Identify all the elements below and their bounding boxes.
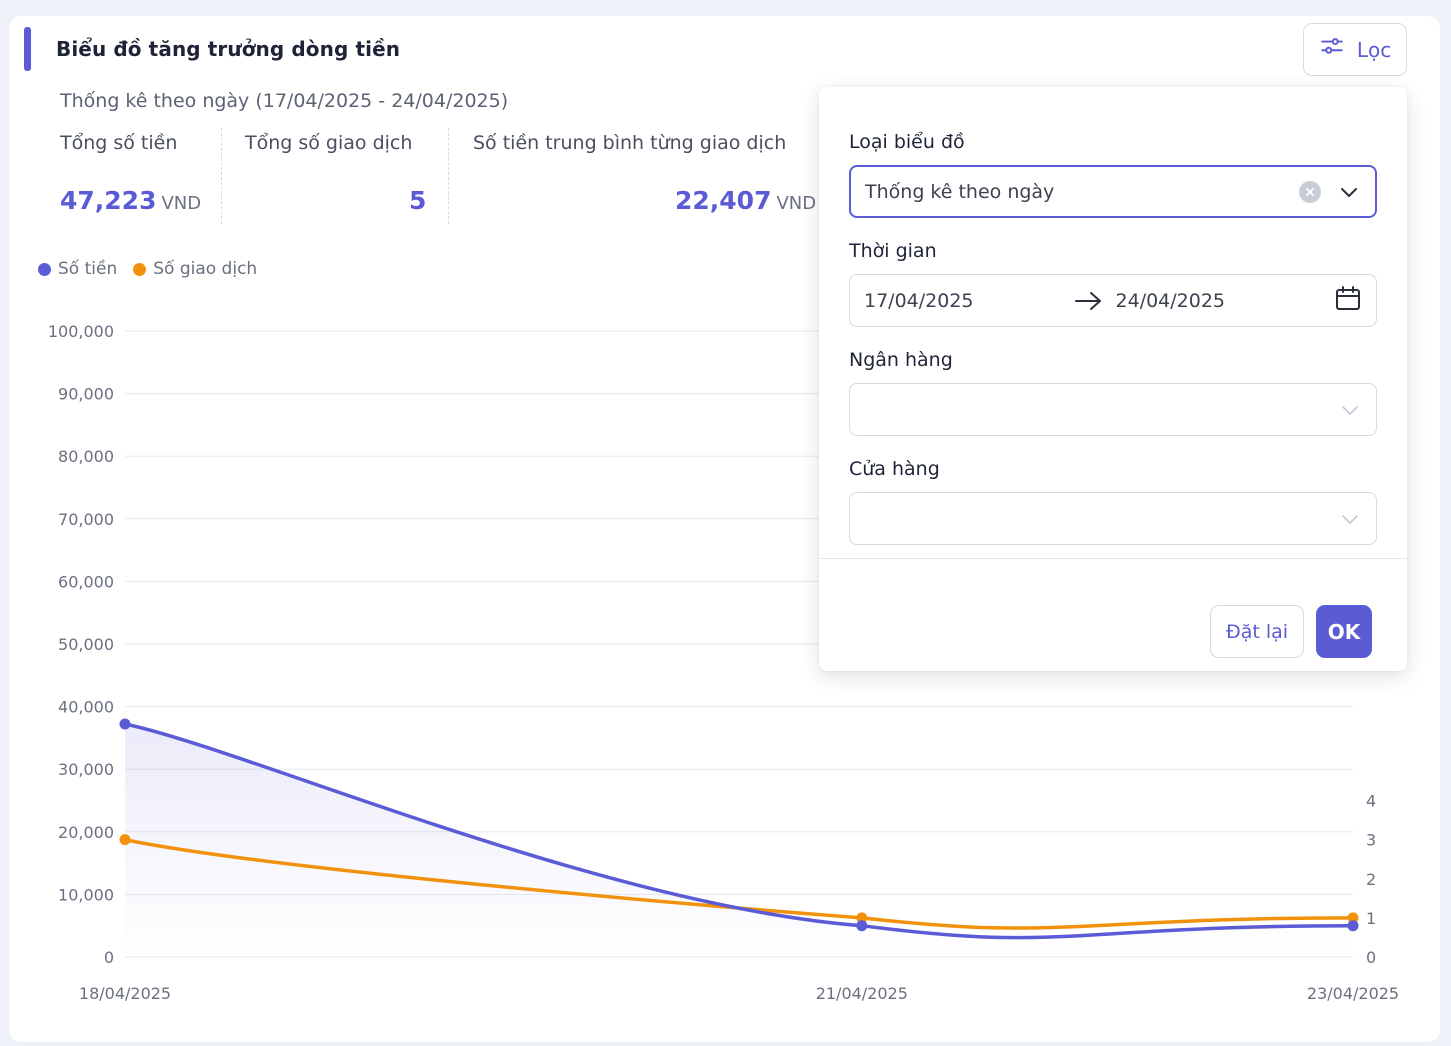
y-left-tick-label: 100,000 bbox=[48, 322, 114, 341]
y-left-tick-label: 80,000 bbox=[58, 447, 114, 466]
bank-select[interactable] bbox=[849, 383, 1377, 436]
y-right-tick-label: 0 bbox=[1366, 948, 1376, 967]
y-left-tick-label: 60,000 bbox=[58, 572, 114, 591]
time-label: Thời gian bbox=[849, 240, 937, 262]
clear-icon[interactable] bbox=[1299, 180, 1321, 203]
filter-popover: Loại biểu đồ Thống kê theo ngày Thời gia… bbox=[819, 87, 1407, 671]
date-from-input[interactable]: 17/04/2025 bbox=[864, 290, 974, 312]
store-label: Cửa hàng bbox=[849, 458, 940, 480]
x-tick-label: 23/04/2025 bbox=[1307, 984, 1399, 1003]
chevron-down-icon[interactable] bbox=[1337, 180, 1361, 204]
date-to-input[interactable]: 24/04/2025 bbox=[1116, 290, 1226, 312]
chart-type-select[interactable]: Thống kê theo ngày bbox=[849, 165, 1377, 218]
y-left-tick-label: 0 bbox=[104, 948, 114, 967]
y-left-tick-label: 20,000 bbox=[58, 823, 114, 842]
chevron-down-icon[interactable] bbox=[1338, 398, 1362, 422]
series-amount-point bbox=[1347, 920, 1359, 932]
arrow-right-icon bbox=[1074, 289, 1102, 313]
y-left-tick-label: 90,000 bbox=[58, 385, 114, 404]
popover-divider bbox=[819, 558, 1407, 559]
y-right-tick-label: 3 bbox=[1366, 831, 1376, 850]
chart-type-value: Thống kê theo ngày bbox=[865, 180, 1055, 203]
y-right-tick-label: 4 bbox=[1366, 792, 1376, 811]
chart-type-label: Loại biểu đồ bbox=[849, 131, 965, 153]
calendar-icon[interactable] bbox=[1334, 284, 1362, 317]
ok-button[interactable]: OK bbox=[1316, 605, 1372, 658]
store-select[interactable] bbox=[849, 492, 1377, 545]
bank-label: Ngân hàng bbox=[849, 349, 953, 371]
y-left-tick-label: 30,000 bbox=[58, 760, 114, 779]
series-amount-point bbox=[119, 718, 131, 730]
series-count-point bbox=[119, 834, 131, 846]
y-right-tick-label: 1 bbox=[1366, 909, 1376, 928]
y-right-tick-label: 2 bbox=[1366, 870, 1376, 889]
x-tick-label: 21/04/2025 bbox=[816, 984, 908, 1003]
series-amount-point bbox=[856, 920, 868, 932]
y-left-tick-label: 70,000 bbox=[58, 510, 114, 529]
y-left-tick-label: 40,000 bbox=[58, 698, 114, 717]
y-left-tick-label: 10,000 bbox=[58, 885, 114, 904]
reset-button[interactable]: Đặt lại bbox=[1210, 605, 1304, 658]
date-range-picker[interactable]: 17/04/2025 24/04/2025 bbox=[849, 274, 1377, 327]
chevron-down-icon[interactable] bbox=[1338, 507, 1362, 531]
x-tick-label: 18/04/2025 bbox=[79, 984, 171, 1003]
y-left-tick-label: 50,000 bbox=[58, 635, 114, 654]
